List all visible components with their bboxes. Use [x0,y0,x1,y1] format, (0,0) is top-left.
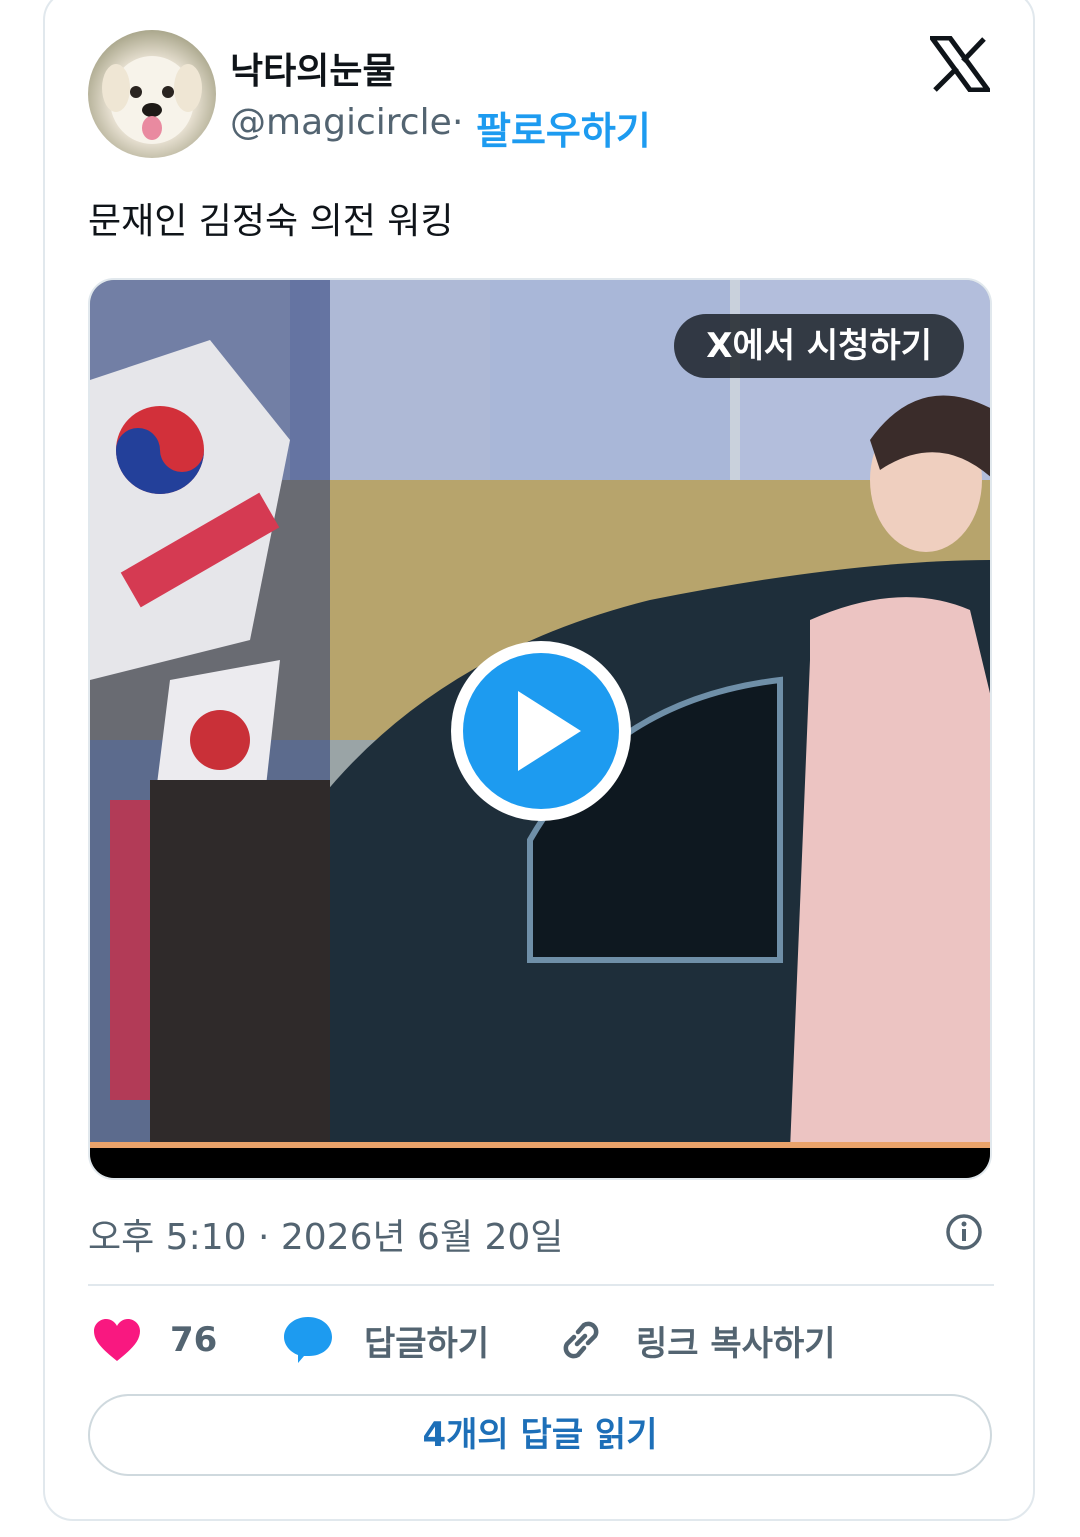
reply-button[interactable]: 답글하기 [282,1310,489,1370]
copy-link-button[interactable]: 링크 복사하기 [556,1310,836,1370]
display-name[interactable]: 낙타의눈물 [230,42,396,94]
separator-dot: · [452,102,464,143]
tweet-text: 문재인 김정숙 의전 워킹 [88,201,454,242]
like-count: 76 [170,1320,218,1360]
info-icon[interactable] [944,1212,984,1252]
follow-button[interactable]: 팔로우하기 [476,100,651,155]
reply-label: 답글하기 [364,1323,490,1364]
divider [88,1284,994,1286]
x-logo-icon[interactable] [930,36,990,92]
puppy-avatar-image [102,56,202,144]
link-icon [563,1321,599,1359]
reply-bubble-icon [284,1317,332,1363]
read-replies-button[interactable]: 4개의 답글 읽기 [88,1394,992,1476]
like-button[interactable]: 76 [92,1310,217,1370]
tweet-timestamp[interactable]: 오후 5:10 · 2026년 6월 20일 [88,1208,563,1260]
watch-on-x-button[interactable]: X에서 시청하기 [674,314,964,378]
video-player[interactable]: X에서 시청하기 [88,278,992,1180]
copy-link-label: 링크 복사하기 [636,1323,836,1364]
avatar[interactable] [88,30,216,158]
heart-icon [94,1319,140,1361]
play-icon[interactable] [446,636,636,826]
user-handle[interactable]: @magicircle [230,102,452,143]
